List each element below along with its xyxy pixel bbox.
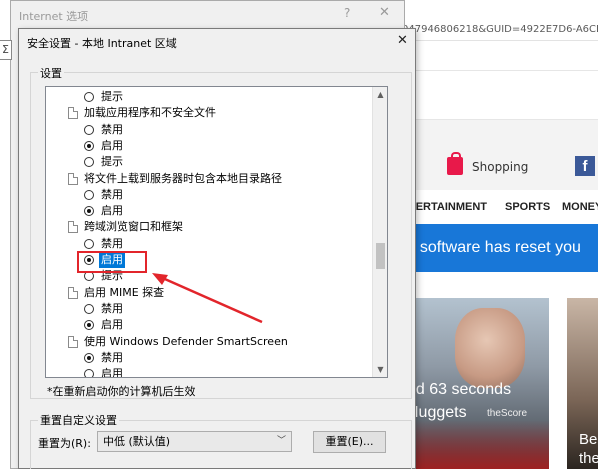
nav-item-sports[interactable]: SPORTS xyxy=(505,201,550,213)
settings-group-label: 设置 xyxy=(38,65,64,81)
option-label: 启用 xyxy=(101,318,123,332)
shopping-bag-icon[interactable] xyxy=(447,152,463,175)
nav-item-entertainment[interactable]: TERTAINMENT xyxy=(409,201,487,213)
restart-note: *在重新启动你的计算机后生效 xyxy=(47,385,196,398)
dialog-title: 安全设置 - 本地 Intranet 区域 xyxy=(27,37,177,50)
radio-unselected-icon[interactable] xyxy=(84,124,94,135)
left-edge-glyph: Σ xyxy=(0,40,12,60)
option-label: 禁用 xyxy=(101,350,123,364)
internet-options-title: Internet 选项 xyxy=(19,10,89,23)
shopping-link[interactable]: Shopping xyxy=(472,160,528,174)
radio-unselected-icon[interactable] xyxy=(84,303,94,314)
radio-unselected-icon[interactable] xyxy=(84,238,94,249)
radio-unselected-icon[interactable] xyxy=(84,157,94,168)
radio-unselected-icon[interactable] xyxy=(84,369,94,377)
page-icon xyxy=(68,172,78,185)
nav-item-money[interactable]: MONEY xyxy=(562,201,598,213)
annotation-highlight-box xyxy=(77,251,147,273)
option-label: 提示 xyxy=(101,90,123,103)
reset-button[interactable]: 重置(E)... xyxy=(313,431,386,453)
category-label: 跨域浏览窗口和框架 xyxy=(84,220,183,234)
radio-selected-icon[interactable] xyxy=(84,140,94,151)
news-photo-subject xyxy=(455,308,525,388)
news-headline-line1[interactable]: ed 63 seconds xyxy=(407,381,511,399)
chevron-down-icon: ﹀ xyxy=(276,436,286,446)
settings-list: 提示 加载应用程序和不安全文件 禁用 启用 提示 将文件上载到服务器时包含本地目录路径 禁用… xyxy=(46,87,372,377)
page-icon xyxy=(68,221,78,234)
scroll-down-icon[interactable]: ▼ xyxy=(373,362,387,377)
news-source: theScore xyxy=(487,408,528,419)
side-headline-line1[interactable]: Be xyxy=(579,431,597,448)
address-bar-url[interactable]: 047946806218&GUID=4922E7D6-A6CE- xyxy=(402,24,598,35)
category-label: 加载应用程序和不安全文件 xyxy=(84,106,216,120)
radio-selected-icon[interactable] xyxy=(84,320,94,331)
browser-toolbar xyxy=(402,70,598,120)
reset-level-select[interactable]: 中低 (默认值) ﹀ xyxy=(97,431,292,452)
option-label: 提示 xyxy=(101,155,123,169)
category-label: 启用 MIME 探查 xyxy=(84,285,165,299)
side-headline-line2[interactable]: the xyxy=(579,450,598,467)
settings-scrollbar[interactable]: ▲ ▼ xyxy=(372,87,387,377)
option-label: 禁用 xyxy=(101,301,123,315)
reset-group-label: 重置自定义设置 xyxy=(38,412,119,428)
outer-close-button[interactable]: ✕ xyxy=(379,5,390,20)
radio-selected-icon[interactable] xyxy=(84,206,94,217)
banner-text: ty software has reset you xyxy=(403,239,581,256)
facebook-icon[interactable]: f xyxy=(575,156,595,176)
option-label: 启用 xyxy=(101,204,123,218)
category-label: 将文件上载到服务器时包含本地目录路径 xyxy=(84,171,282,185)
radio-selected-icon[interactable] xyxy=(84,352,94,363)
option-label: 禁用 xyxy=(101,236,123,250)
option-label: 启用 xyxy=(101,367,123,378)
reset-level-value: 中低 (默认值) xyxy=(103,435,171,448)
page-icon xyxy=(68,335,78,348)
page-header-band xyxy=(402,120,598,190)
dialog-close-button[interactable]: ✕ xyxy=(397,33,408,48)
page-icon xyxy=(68,286,78,299)
scroll-up-icon[interactable]: ▲ xyxy=(373,87,387,102)
radio-unselected-icon[interactable] xyxy=(84,189,94,200)
radio-unselected-icon[interactable] xyxy=(84,92,94,102)
option-label: 禁用 xyxy=(101,187,123,201)
reset-to-label: 重置为(R): xyxy=(38,437,91,450)
category-label: 使用 Windows Defender SmartScreen xyxy=(84,334,288,348)
option-label: 禁用 xyxy=(101,122,123,136)
scroll-thumb[interactable] xyxy=(376,243,385,269)
settings-listbox[interactable]: 提示 加载应用程序和不安全文件 禁用 启用 提示 将文件上载到服务器时包含本地目录路径 禁用… xyxy=(45,86,388,378)
address-bar-divider xyxy=(402,40,598,41)
news-photo-shade xyxy=(402,420,549,469)
page-icon xyxy=(68,107,78,120)
help-button[interactable]: ? xyxy=(344,6,350,20)
option-label: 启用 xyxy=(101,138,123,152)
